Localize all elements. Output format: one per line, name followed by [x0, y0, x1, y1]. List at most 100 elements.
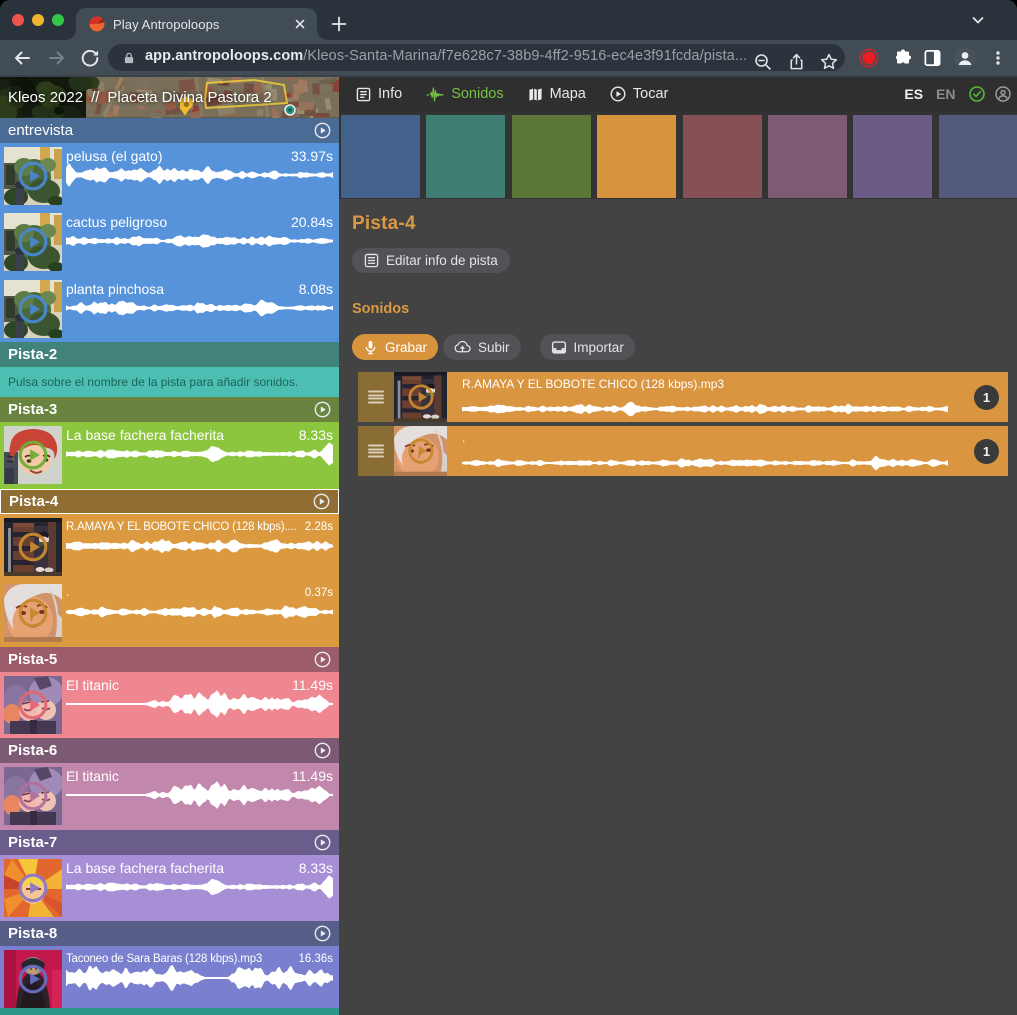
session-check-icon[interactable]	[969, 86, 985, 102]
track-swatch[interactable]	[512, 115, 591, 198]
sound-item[interactable]: R.AMAYA Y EL BOBOTE CHICO (128 kbps)....…	[0, 514, 339, 581]
sound-item[interactable]: El titanic11.49s	[0, 672, 339, 739]
nav-tocar[interactable]: Tocar	[610, 86, 668, 102]
subir-button[interactable]: Subir	[443, 334, 521, 360]
sound-item[interactable]: Taconeo de Sara Baras (128 kbps).mp316.3…	[0, 946, 339, 1013]
track-swatch[interactable]	[939, 115, 1017, 198]
sound-thumbnail[interactable]	[4, 518, 62, 576]
new-tab-button[interactable]	[327, 12, 351, 36]
bookmark-star-icon[interactable]	[819, 52, 839, 72]
sound-item[interactable]: .0.37s	[0, 580, 339, 647]
nav-info[interactable]: Info	[356, 86, 402, 102]
sound-thumbnail[interactable]	[4, 280, 62, 338]
sound-thumbnail[interactable]	[394, 372, 447, 422]
track-play-icon[interactable]	[314, 651, 331, 668]
sound-item[interactable]: pelusa (el gato)33.97s	[0, 143, 339, 210]
profile-avatar-icon[interactable]	[953, 46, 977, 70]
track-swatch[interactable]	[426, 115, 505, 198]
main-panel: Pista-4 Editar info de pista Sonidos Gra…	[339, 111, 1017, 1015]
drag-handle[interactable]	[358, 372, 394, 422]
track-header[interactable]: Pista-8	[0, 921, 339, 946]
waveform-icon	[426, 87, 444, 102]
grabar-button[interactable]: Grabar	[352, 334, 438, 360]
lang-en-button[interactable]: EN	[936, 86, 955, 102]
close-window-button[interactable]	[12, 14, 24, 26]
forward-icon[interactable]	[45, 46, 69, 70]
reload-icon[interactable]	[79, 47, 101, 69]
track-play-icon[interactable]	[314, 925, 331, 942]
sound-play-overlay-icon	[17, 597, 49, 629]
main-sound-row[interactable]: .1	[358, 426, 1008, 476]
browser-menu-icon[interactable]	[989, 49, 1007, 67]
recording-indicator-icon[interactable]	[857, 46, 881, 70]
back-icon[interactable]	[10, 46, 34, 70]
browser-tab[interactable]: Play Antropoloops	[76, 8, 317, 40]
sound-item[interactable]: El titanic11.49s	[0, 763, 339, 830]
lock-icon[interactable]	[123, 52, 135, 64]
track-header[interactable]: Pista-4	[0, 489, 339, 514]
importar-button[interactable]: Importar	[540, 334, 635, 360]
track-play-icon[interactable]	[314, 834, 331, 851]
sidebar-section: Pista-4R.AMAYA Y EL BOBOTE CHICO (128 kb…	[0, 489, 339, 647]
lang-es-button[interactable]: ES	[904, 86, 923, 102]
track-header[interactable]: Pista-6	[0, 738, 339, 763]
minimize-window-button[interactable]	[32, 14, 44, 26]
address-bar[interactable]: app.antropoloops.com/Kleos-Santa-Marina/…	[108, 44, 845, 71]
track-header[interactable]: Pista-2	[0, 342, 339, 367]
sound-waveform	[66, 963, 333, 993]
track-header[interactable]: Pista-5	[0, 647, 339, 672]
sound-thumbnail[interactable]	[4, 426, 62, 484]
sound-item[interactable]: La base fachera facherita8.33s	[0, 855, 339, 922]
sound-thumbnail[interactable]	[4, 213, 62, 271]
sounds-heading: Sonidos	[352, 301, 409, 317]
project-name[interactable]: Kleos 2022	[8, 89, 83, 106]
track-swatch[interactable]	[341, 115, 420, 198]
sound-thumbnail[interactable]	[4, 584, 62, 642]
nav-sonidos[interactable]: Sonidos	[426, 86, 503, 102]
sound-waveform	[66, 439, 333, 469]
zoom-out-icon[interactable]	[753, 52, 773, 72]
sound-thumbnail[interactable]	[4, 950, 62, 1008]
nav-mapa[interactable]: Mapa	[528, 86, 586, 102]
track-swatch[interactable]	[683, 115, 762, 198]
sidebar-section: Pista-6El titanic11.49s	[0, 738, 339, 830]
sound-thumbnail[interactable]	[4, 859, 62, 917]
tab-close-icon[interactable]	[292, 16, 308, 32]
drag-handle-icon	[368, 445, 384, 458]
track-header[interactable]: entrevista	[0, 118, 339, 143]
sidebar-footer-strip[interactable]	[0, 1008, 339, 1015]
track-header[interactable]: Pista-3	[0, 397, 339, 422]
drag-handle[interactable]	[358, 426, 394, 476]
edit-track-info-button[interactable]: Editar info de pista	[352, 248, 510, 273]
track-swatch[interactable]	[853, 115, 932, 198]
breadcrumb-separator: //	[91, 89, 99, 106]
track-play-icon[interactable]	[314, 742, 331, 759]
track-body: La base fachera facherita8.33s	[0, 422, 339, 489]
track-name: Pista-3	[8, 401, 314, 418]
main-sound-row[interactable]: R.AMAYA Y EL BOBOTE CHICO (128 kbps).mp3…	[358, 372, 1008, 422]
cloud-upload-icon	[454, 340, 471, 354]
sound-thumbnail[interactable]	[4, 767, 62, 825]
side-panel-icon[interactable]	[923, 48, 942, 67]
sound-item[interactable]: planta pinchosa8.08s	[0, 276, 339, 343]
track-swatch-selected[interactable]	[597, 115, 676, 198]
sound-item[interactable]: cactus peligroso20.84s	[0, 209, 339, 276]
sound-thumbnail[interactable]	[4, 676, 62, 734]
extensions-puzzle-icon[interactable]	[893, 48, 913, 68]
sidebar-section: Pista-7La base fachera facherita8.33s	[0, 830, 339, 922]
sound-thumbnail[interactable]	[4, 147, 62, 205]
track-header[interactable]: Pista-7	[0, 830, 339, 855]
track-play-icon[interactable]	[314, 122, 331, 139]
account-icon[interactable]	[995, 86, 1011, 102]
tab-search-chevron-icon[interactable]	[969, 11, 987, 29]
sound-thumbnail[interactable]	[394, 426, 447, 476]
track-play-icon[interactable]	[314, 401, 331, 418]
nav-label: Sonidos	[451, 86, 503, 102]
track-play-icon[interactable]	[313, 493, 330, 510]
zoom-window-button[interactable]	[52, 14, 64, 26]
track-swatch[interactable]	[768, 115, 847, 198]
mic-icon	[363, 340, 378, 355]
sound-play-overlay-icon	[17, 780, 49, 812]
sound-item[interactable]: La base fachera facherita8.33s	[0, 422, 339, 489]
share-icon[interactable]	[787, 52, 806, 71]
